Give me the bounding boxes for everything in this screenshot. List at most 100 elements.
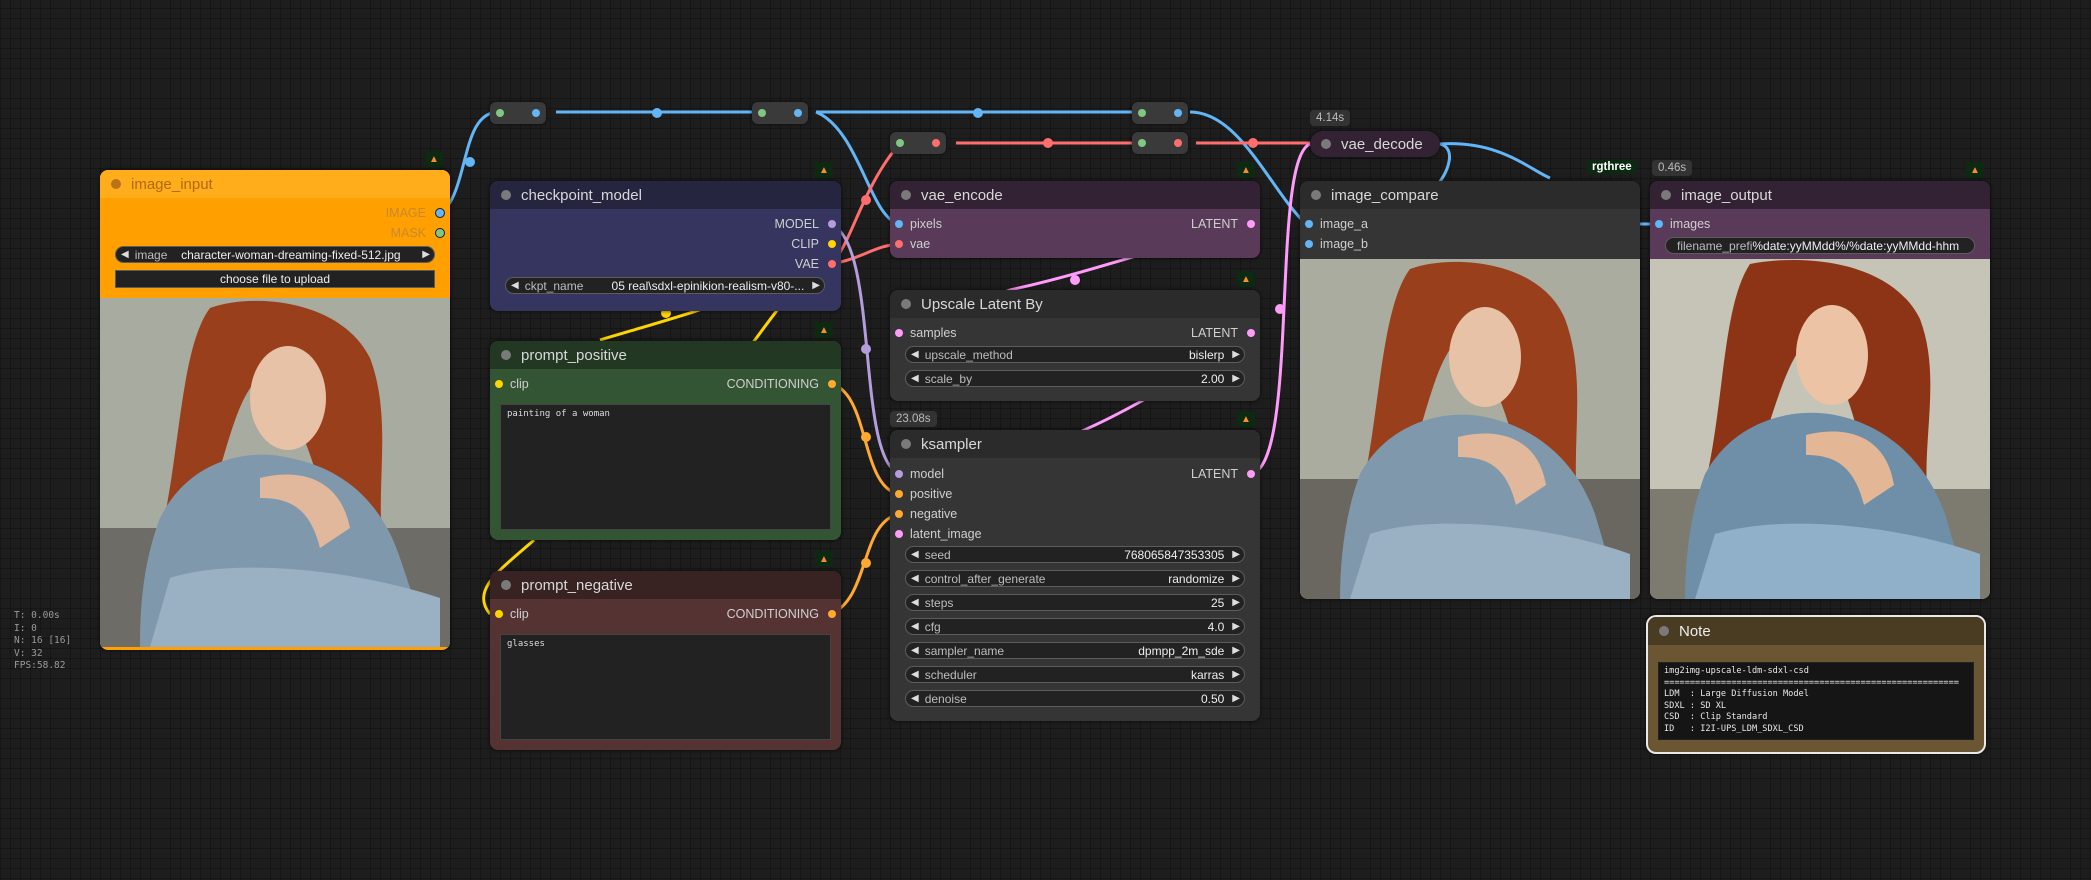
output-image-preview[interactable] (1650, 259, 1990, 599)
right-arrow-icon[interactable]: ▶ (1232, 621, 1240, 632)
node-upscale-latent[interactable]: Upscale Latent By samples LATENT ◀ upsca… (890, 290, 1260, 401)
right-arrow-icon[interactable]: ▶ (1232, 549, 1240, 560)
output-slot-conditioning[interactable]: CONDITIONING (727, 607, 836, 621)
right-arrow-icon[interactable]: ▶ (1232, 373, 1240, 384)
input-slot-images[interactable]: images (1655, 217, 1710, 231)
node-title-bar[interactable]: Upscale Latent By (890, 290, 1260, 318)
node-prompt-positive[interactable]: prompt_positive clip CONDITIONING painti… (490, 341, 841, 540)
upscale-method-widget[interactable]: ◀ upscale_method bislerp ▶ (905, 346, 1245, 363)
input-slot-image-a[interactable]: image_a (1305, 217, 1368, 231)
reroute-input-pin[interactable] (1138, 139, 1146, 147)
left-arrow-icon[interactable]: ◀ (911, 621, 919, 632)
reroute-output-pin[interactable] (932, 139, 940, 147)
ckpt-name-widget[interactable]: ◀ ckpt_name 05 real\sdxl-epinikion-reali… (505, 277, 825, 294)
node-image-input[interactable]: image_input IMAGE MASK ◀ image character… (100, 170, 450, 650)
input-pin[interactable] (495, 610, 503, 618)
input-slot-clip[interactable]: clip (495, 377, 529, 391)
input-slot-negative[interactable]: negative (895, 507, 957, 521)
left-arrow-icon[interactable]: ◀ (911, 373, 919, 384)
node-vae-decode[interactable]: vae_decode (1310, 131, 1440, 157)
left-arrow-icon[interactable]: ◀ (911, 645, 919, 656)
reroute-output-pin[interactable] (532, 109, 540, 117)
sampler-name-widget[interactable]: ◀ sampler_name dpmpp_2m_sde ▶ (905, 642, 1245, 659)
input-pin[interactable] (1305, 240, 1313, 248)
input-slot-latent-image[interactable]: latent_image (895, 527, 982, 541)
input-slot-vae[interactable]: vae (895, 237, 930, 251)
node-note[interactable]: Note img2img-upscale-ldm-sdxl-csd ======… (1646, 615, 1986, 754)
left-arrow-icon[interactable]: ◀ (511, 280, 519, 291)
seed-widget[interactable]: ◀ seed 768065847353305 ▶ (905, 546, 1245, 563)
collapse-dot-icon[interactable] (1311, 190, 1321, 200)
input-pin[interactable] (895, 510, 903, 518)
input-slot-model[interactable]: model (895, 467, 944, 481)
input-slot-samples[interactable]: samples (895, 326, 957, 340)
reroute-node-image-1[interactable] (490, 102, 546, 124)
wire-midpoint[interactable] (1043, 138, 1053, 148)
left-arrow-icon[interactable]: ◀ (911, 693, 919, 704)
output-slot-vae[interactable]: VAE (795, 257, 836, 271)
node-title-bar[interactable]: vae_decode (1310, 131, 1440, 157)
collapse-dot-icon[interactable] (901, 439, 911, 449)
input-pin[interactable] (895, 470, 903, 478)
scale-by-widget[interactable]: ◀ scale_by 2.00 ▶ (905, 370, 1245, 387)
reroute-input-pin[interactable] (758, 109, 766, 117)
output-slot-clip[interactable]: CLIP (791, 237, 836, 251)
image-select-widget[interactable]: ◀ image character-woman-dreaming-fixed-5… (115, 246, 435, 263)
collapse-dot-icon[interactable] (501, 580, 511, 590)
wire-midpoint[interactable] (465, 157, 475, 167)
right-arrow-icon[interactable]: ▶ (1232, 597, 1240, 608)
reroute-node-image-3[interactable] (1132, 102, 1188, 124)
wire-midpoint[interactable] (1248, 138, 1258, 148)
right-arrow-icon[interactable]: ▶ (1232, 645, 1240, 656)
output-pin[interactable] (1247, 220, 1255, 228)
node-checkpoint-model[interactable]: checkpoint_model MODEL CLIP VAE ◀ ckpt_n… (490, 181, 841, 311)
right-arrow-icon[interactable]: ▶ (422, 249, 430, 260)
collapse-dot-icon[interactable] (1659, 626, 1669, 636)
reroute-node-image-2[interactable] (752, 102, 808, 124)
wire-midpoint[interactable] (861, 558, 871, 568)
upload-button[interactable]: choose file to upload (115, 270, 435, 288)
input-slot-image-b[interactable]: image_b (1305, 237, 1368, 251)
output-slot-model[interactable]: MODEL (775, 217, 836, 231)
reroute-output-pin[interactable] (1174, 109, 1182, 117)
wire-midpoint[interactable] (1070, 275, 1080, 285)
input-pin[interactable] (895, 530, 903, 538)
note-text-area[interactable]: img2img-upscale-ldm-sdxl-csd ===========… (1658, 662, 1974, 740)
output-slot-latent[interactable]: LATENT (1191, 326, 1255, 340)
output-pin[interactable] (828, 220, 836, 228)
output-slot-mask[interactable]: MASK (391, 226, 445, 240)
node-title-bar[interactable]: Note (1648, 617, 1984, 645)
reroute-output-pin[interactable] (1174, 139, 1182, 147)
cfg-widget[interactable]: ◀ cfg 4.0 ▶ (905, 618, 1245, 635)
reroute-input-pin[interactable] (496, 109, 504, 117)
node-title-bar[interactable]: image_input (100, 170, 450, 198)
reroute-input-pin[interactable] (1138, 109, 1146, 117)
input-pin[interactable] (1305, 220, 1313, 228)
left-arrow-icon[interactable]: ◀ (911, 669, 919, 680)
wire-midpoint[interactable] (861, 432, 871, 442)
collapse-dot-icon[interactable] (111, 179, 121, 189)
input-pin[interactable] (1655, 220, 1663, 228)
right-arrow-icon[interactable]: ▶ (1232, 693, 1240, 704)
scheduler-widget[interactable]: ◀ scheduler karras ▶ (905, 666, 1245, 683)
filename-prefix-widget[interactable]: filename_prefi %date:yyMMdd%/%date:yyMMd… (1665, 237, 1975, 254)
input-slot-positive[interactable]: positive (895, 487, 952, 501)
node-ksampler[interactable]: ksampler model positive negative latent_… (890, 430, 1260, 721)
output-slot-latent[interactable]: LATENT (1191, 217, 1255, 231)
output-slot-conditioning[interactable]: CONDITIONING (727, 377, 836, 391)
input-pin[interactable] (495, 380, 503, 388)
output-pin[interactable] (435, 208, 445, 218)
node-vae-encode[interactable]: vae_encode pixels vae LATENT (890, 181, 1260, 258)
reroute-output-pin[interactable] (794, 109, 802, 117)
denoise-widget[interactable]: ◀ denoise 0.50 ▶ (905, 690, 1245, 707)
input-pin[interactable] (895, 240, 903, 248)
output-pin[interactable] (828, 260, 836, 268)
node-title-bar[interactable]: image_output (1650, 181, 1990, 209)
left-arrow-icon[interactable]: ◀ (911, 597, 919, 608)
output-slot-image[interactable]: IMAGE (386, 206, 445, 220)
node-title-bar[interactable]: prompt_negative (490, 571, 841, 599)
output-pin[interactable] (828, 380, 836, 388)
left-arrow-icon[interactable]: ◀ (911, 549, 919, 560)
right-arrow-icon[interactable]: ▶ (1232, 349, 1240, 360)
input-slot-clip[interactable]: clip (495, 607, 529, 621)
